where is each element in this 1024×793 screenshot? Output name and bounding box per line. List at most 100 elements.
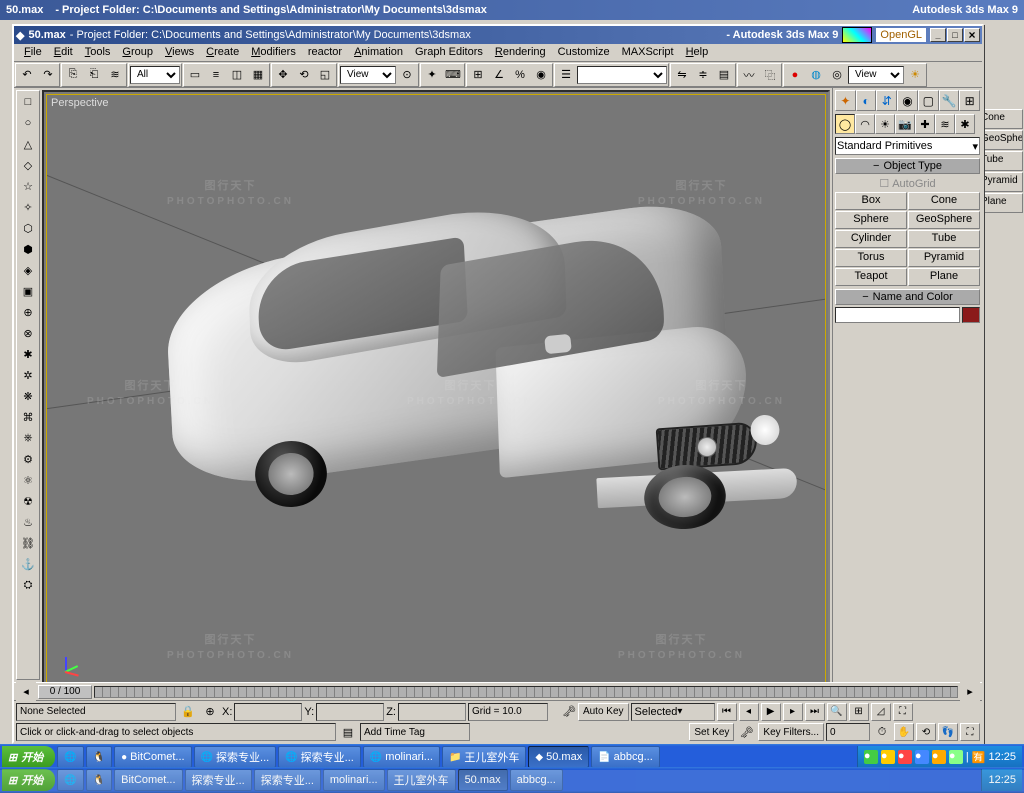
- tab-motion[interactable]: ◉: [897, 90, 918, 111]
- goto-start-button[interactable]: ⏮: [717, 703, 737, 721]
- category-dropdown[interactable]: Standard Primitives▾: [835, 137, 980, 155]
- x-input[interactable]: [234, 703, 302, 721]
- bind-spacewarp-button[interactable]: ≋: [105, 65, 125, 85]
- rotate-button[interactable]: ⟲: [294, 65, 314, 85]
- reactor-btn-21[interactable]: ♨: [18, 512, 38, 532]
- tray-icon[interactable]: ●: [881, 750, 895, 764]
- absolute-mode-button[interactable]: ⊕: [200, 702, 220, 722]
- menu-file[interactable]: File: [18, 45, 48, 60]
- tray-icon[interactable]: ●: [898, 750, 912, 764]
- tray-icon[interactable]: ●: [864, 750, 878, 764]
- reactor-btn-2[interactable]: ○: [18, 113, 38, 133]
- maximize-button[interactable]: □: [947, 28, 963, 42]
- reactor-btn-4[interactable]: ◇: [18, 155, 38, 175]
- sub-systems-icon[interactable]: ✱: [955, 114, 975, 134]
- timeline-prev-button[interactable]: ◂: [16, 682, 36, 702]
- time-slider[interactable]: 0 / 100: [38, 685, 92, 699]
- btn-pyramid[interactable]: Pyramid: [908, 249, 980, 267]
- select-by-name-button[interactable]: ≡: [206, 65, 226, 85]
- btn-cone[interactable]: Cone: [908, 192, 980, 210]
- taskbar-item-folder[interactable]: 📁 王儿室外车: [442, 746, 526, 768]
- system-tray[interactable]: ● ● ● ● ● ● | 🈶 12:25: [857, 746, 1022, 768]
- addtimetag-button[interactable]: Add Time Tag: [360, 723, 470, 741]
- unlink-button[interactable]: ⎗: [84, 65, 104, 85]
- percent-snap-button[interactable]: %: [510, 65, 530, 85]
- btn-teapot[interactable]: Teapot: [835, 268, 907, 286]
- reactor-btn-11[interactable]: ⊕: [18, 302, 38, 322]
- reactor-btn-14[interactable]: ✲: [18, 365, 38, 385]
- taskbar-item-abbcg[interactable]: 📄 abbcg...: [591, 746, 660, 768]
- keyfilters-button[interactable]: Key Filters...: [758, 723, 824, 741]
- reactor-btn-19[interactable]: ⚛: [18, 470, 38, 490]
- curve-editor-button[interactable]: 〰: [739, 65, 759, 85]
- btn-box[interactable]: Box: [835, 192, 907, 210]
- start-button[interactable]: ⊞开始: [2, 746, 55, 768]
- titlebar[interactable]: ◆ 50.max - Project Folder: C:\Documents …: [14, 26, 982, 44]
- move-button[interactable]: ✥: [273, 65, 293, 85]
- select-region-button[interactable]: ◫: [227, 65, 247, 85]
- play-button[interactable]: ▶: [761, 703, 781, 721]
- taskbar-item-2[interactable]: 🐧: [86, 746, 112, 768]
- nav-maximize-button[interactable]: ⛶: [960, 723, 980, 741]
- sub-cameras-icon[interactable]: 📷: [895, 114, 915, 134]
- reactor-btn-3[interactable]: △: [18, 134, 38, 154]
- time-config-button[interactable]: ⏱: [872, 722, 892, 742]
- taskbar-item-explore1[interactable]: 🌐 探索专业...: [194, 746, 277, 768]
- menu-reactor[interactable]: reactor: [302, 45, 348, 60]
- render-scene-button[interactable]: ◍: [806, 65, 826, 85]
- reactor-btn-20[interactable]: ☢: [18, 491, 38, 511]
- menu-animation[interactable]: Animation: [348, 45, 409, 60]
- reactor-btn-24[interactable]: ⛭: [18, 575, 38, 595]
- reactor-btn-1[interactable]: □: [18, 92, 38, 112]
- script-listener-button[interactable]: ▤: [338, 722, 358, 742]
- tab-extra[interactable]: ⊞: [959, 90, 980, 111]
- z-input[interactable]: [398, 703, 466, 721]
- prev-frame-button[interactable]: ◂: [739, 703, 759, 721]
- menu-rendering[interactable]: Rendering: [489, 45, 552, 60]
- lock-selection-button[interactable]: 🔒: [178, 702, 198, 722]
- clock[interactable]: 12:25: [988, 751, 1016, 763]
- scale-button[interactable]: ◱: [315, 65, 335, 85]
- manipulate-button[interactable]: ✦: [422, 65, 442, 85]
- object-name-input[interactable]: [835, 307, 960, 323]
- reactor-btn-9[interactable]: ◈: [18, 260, 38, 280]
- reactor-btn-15[interactable]: ❋: [18, 386, 38, 406]
- nav-zoom-button[interactable]: 🔍: [827, 703, 847, 721]
- select-button[interactable]: ▭: [185, 65, 205, 85]
- reactor-btn-6[interactable]: ✧: [18, 197, 38, 217]
- keyboard-shortcut-button[interactable]: ⌨: [443, 65, 463, 85]
- minimize-button[interactable]: _: [930, 28, 946, 42]
- menu-maxscript[interactable]: MAXScript: [616, 45, 680, 60]
- nav-walk-button[interactable]: 👣: [938, 723, 958, 741]
- menu-grapheditors[interactable]: Graph Editors: [409, 45, 489, 60]
- menu-tools[interactable]: Tools: [79, 45, 117, 60]
- sub-lights-icon[interactable]: ☀: [875, 114, 895, 134]
- autogrid-checkbox[interactable]: ☐AutoGrid: [835, 176, 980, 191]
- timeline-track[interactable]: [94, 686, 958, 698]
- nav-orbit-button[interactable]: ⟲: [916, 723, 936, 741]
- taskbar-item-bitcomet[interactable]: ● BitComet...: [114, 746, 191, 768]
- menu-help[interactable]: Help: [680, 45, 715, 60]
- schematic-button[interactable]: ⿻: [760, 65, 780, 85]
- snap-button[interactable]: ⊞: [468, 65, 488, 85]
- tray-icon[interactable]: ●: [932, 750, 946, 764]
- material-editor-button[interactable]: ●: [785, 65, 805, 85]
- btn-torus[interactable]: Torus: [835, 249, 907, 267]
- nav-zoomall-button[interactable]: ⊞: [849, 703, 869, 721]
- taskbar-item-molinari[interactable]: 🌐 molinari...: [363, 746, 440, 768]
- undo-button[interactable]: ↶: [17, 65, 37, 85]
- tab-hierarchy[interactable]: ⇵: [876, 90, 897, 111]
- reactor-btn-10[interactable]: ▣: [18, 281, 38, 301]
- current-frame-input[interactable]: 0: [826, 723, 870, 741]
- tab-display[interactable]: ▢: [918, 90, 939, 111]
- reactor-btn-18[interactable]: ⚙: [18, 449, 38, 469]
- reactor-btn-7[interactable]: ⬡: [18, 218, 38, 238]
- redo-button[interactable]: ↷: [38, 65, 58, 85]
- btn-tube[interactable]: Tube: [908, 230, 980, 248]
- mirror-button[interactable]: ⇋: [672, 65, 692, 85]
- tray-icon[interactable]: ●: [915, 750, 929, 764]
- nav-zoomext-button[interactable]: ⛶: [893, 703, 913, 721]
- taskbar-item-1[interactable]: 🌐: [57, 746, 83, 768]
- menu-group[interactable]: Group: [116, 45, 159, 60]
- goto-end-button[interactable]: ⏭: [805, 703, 825, 721]
